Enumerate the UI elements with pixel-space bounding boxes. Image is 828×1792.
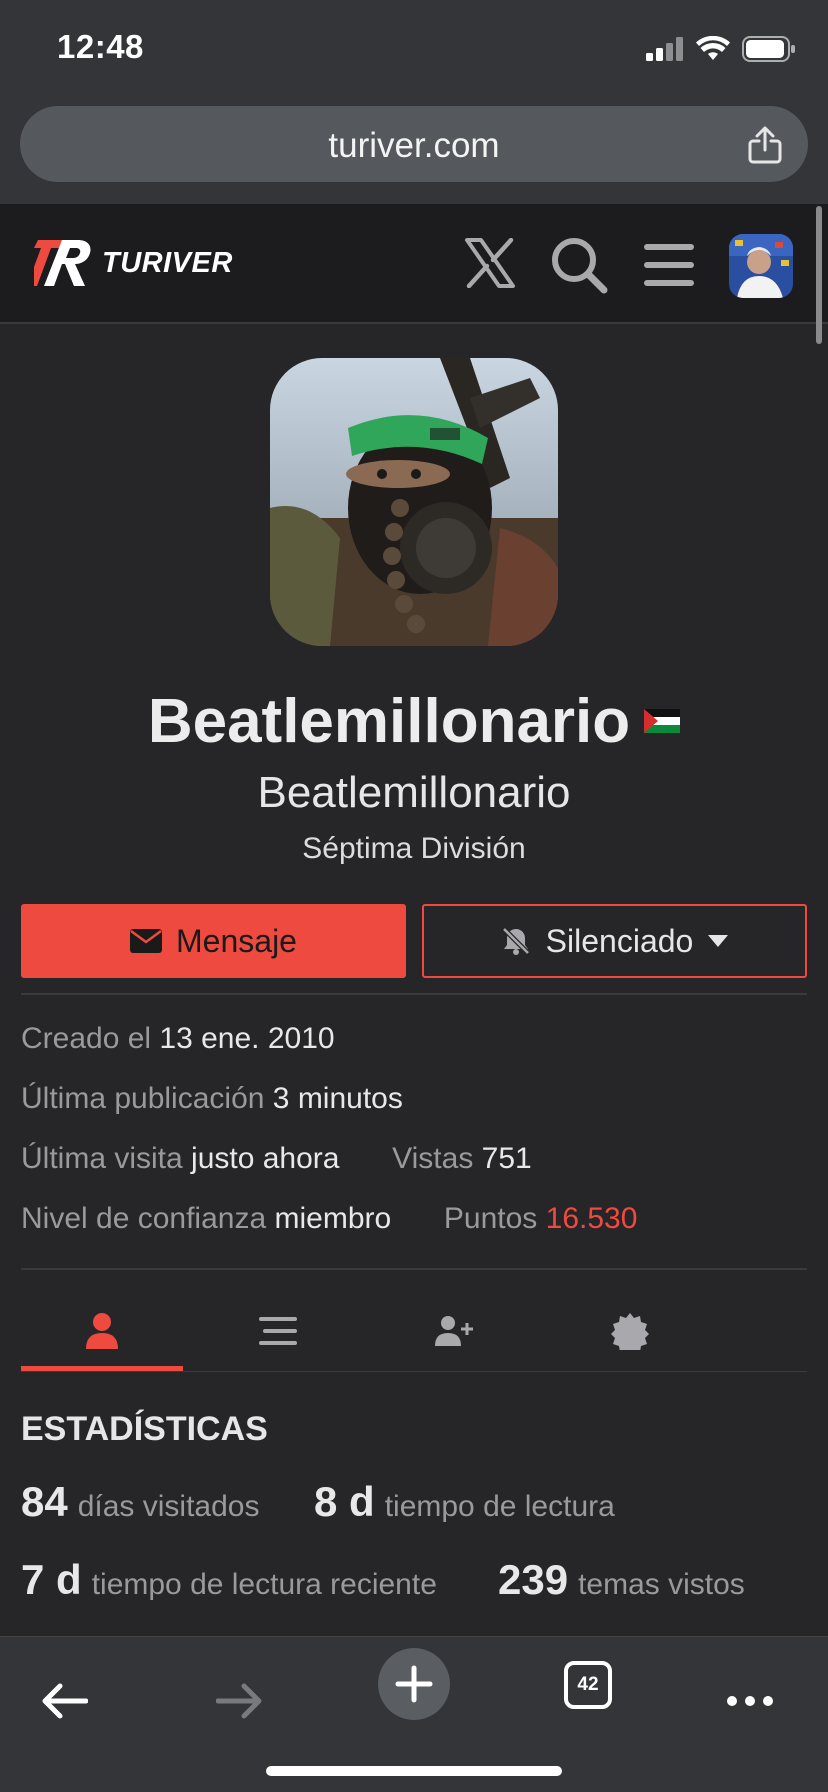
profile-avatar xyxy=(270,358,558,646)
stat-recent-read-time: 7 d tiempo de lectura reciente xyxy=(21,1556,437,1604)
site-logo[interactable]: TURIVER xyxy=(34,238,233,288)
meta-trust-value: miembro xyxy=(274,1202,392,1235)
back-button[interactable] xyxy=(24,1655,104,1747)
new-tab-button[interactable] xyxy=(378,1647,450,1721)
user-plus-icon xyxy=(435,1316,473,1346)
meta-created-label: Creado el xyxy=(21,1022,152,1055)
url-text: turiver.com xyxy=(328,126,500,165)
meta-last-post: Última publicación 3 minutos xyxy=(21,1082,403,1116)
arrow-right-icon xyxy=(216,1683,262,1719)
more-button[interactable] xyxy=(720,1655,780,1747)
profile-user-title: Séptima División xyxy=(302,832,526,865)
share-icon[interactable] xyxy=(748,126,782,164)
stats-heading: ESTADÍSTICAS xyxy=(21,1410,268,1448)
page-scrollbar[interactable] xyxy=(816,206,822,344)
wifi-icon xyxy=(696,36,730,60)
meta-points-label: Puntos xyxy=(443,1202,538,1235)
browser-address-bar: turiver.com xyxy=(0,100,828,204)
profile-username-text: Beatlemillonario xyxy=(147,687,631,756)
status-bar: 12:48 xyxy=(0,0,828,100)
status-icons xyxy=(646,36,796,62)
site-logo-text: TURIVER xyxy=(102,246,233,279)
site-header: TURIVER xyxy=(0,204,828,324)
meta-points-value: 16.530 xyxy=(545,1202,638,1235)
stat-topics-viewed-label: temas vistos xyxy=(578,1568,745,1601)
turiver-logo-icon xyxy=(34,240,91,286)
meta-last-post-value[interactable]: 3 minutos xyxy=(273,1082,403,1115)
divider xyxy=(21,1268,807,1270)
badge-icon xyxy=(611,1313,649,1350)
notification-level-label: Silenciado xyxy=(545,922,694,959)
plus-circle xyxy=(378,1648,450,1720)
caret-down-icon xyxy=(708,935,729,947)
status-time: 12:48 xyxy=(57,28,144,65)
profile-username: Beatlemillonario xyxy=(0,686,828,757)
meta-last-seen-views: Última visita justo ahora Vistas 751 xyxy=(21,1142,532,1176)
tabs-underline xyxy=(21,1371,807,1372)
hamburger-menu-icon[interactable] xyxy=(644,242,694,288)
tab-activity[interactable] xyxy=(197,1290,359,1372)
divider xyxy=(21,993,807,995)
stat-topics-viewed-value: 239 xyxy=(498,1556,569,1603)
stat-days-visited: 84 días visitados xyxy=(21,1478,259,1526)
current-user-avatar-image xyxy=(729,234,793,298)
stat-topics-viewed: 239 temas vistos xyxy=(498,1556,745,1604)
tab-summary[interactable] xyxy=(21,1290,183,1372)
forward-button[interactable] xyxy=(200,1655,280,1747)
stat-read-time-value: 8 d xyxy=(314,1478,375,1525)
notification-level-button[interactable]: Silenciado xyxy=(422,904,807,978)
stat-read-time: 8 d tiempo de lectura xyxy=(314,1478,615,1526)
profile-tabs xyxy=(21,1290,807,1372)
meta-views-label: Vistas xyxy=(392,1142,474,1175)
search-icon[interactable] xyxy=(550,236,608,294)
stat-recent-read-time-value: 7 d xyxy=(21,1556,82,1603)
tab-invites[interactable] xyxy=(373,1290,535,1372)
list-icon xyxy=(259,1317,297,1345)
meta-trust-label: Nivel de confianza xyxy=(21,1202,267,1235)
profile-avatar-image xyxy=(270,358,558,646)
stat-recent-read-time-label: tiempo de lectura reciente xyxy=(91,1568,437,1601)
palestine-flag-icon xyxy=(644,708,681,733)
meta-last-seen-value: justo ahora xyxy=(191,1142,340,1175)
tabs-button[interactable]: 42 xyxy=(562,1659,614,1711)
stat-read-time-label: tiempo de lectura xyxy=(384,1490,615,1523)
stat-days-visited-value: 84 xyxy=(21,1478,68,1525)
tab-badges[interactable] xyxy=(549,1290,711,1372)
meta-created-value: 13 ene. 2010 xyxy=(159,1022,335,1055)
meta-created: Creado el 13 ene. 2010 xyxy=(21,1022,335,1056)
meta-trust-points: Nivel de confianza miembro Puntos 16.530 xyxy=(21,1202,637,1236)
envelope-icon xyxy=(130,929,163,953)
x-twitter-icon[interactable] xyxy=(464,238,516,288)
home-indicator[interactable] xyxy=(266,1766,562,1776)
stat-days-visited-label: días visitados xyxy=(77,1490,260,1523)
meta-last-seen-label: Última visita xyxy=(21,1142,183,1175)
battery-icon xyxy=(742,36,795,62)
bell-slash-icon xyxy=(501,927,530,955)
current-user-avatar[interactable] xyxy=(729,234,793,298)
more-dots-icon xyxy=(727,1696,773,1706)
user-icon xyxy=(86,1313,118,1349)
cellular-signal-icon xyxy=(646,37,683,61)
url-field[interactable]: turiver.com xyxy=(20,106,808,182)
message-button-label: Mensaje xyxy=(176,922,297,959)
meta-last-post-label: Última publicación xyxy=(21,1082,265,1115)
arrow-left-icon xyxy=(42,1683,88,1719)
tab-count-badge: 42 xyxy=(564,1661,612,1709)
profile-full-name: Beatlemillonario xyxy=(257,768,571,817)
message-button[interactable]: Mensaje xyxy=(21,904,406,978)
plus-icon xyxy=(395,1665,433,1703)
meta-views-value: 751 xyxy=(481,1142,532,1175)
